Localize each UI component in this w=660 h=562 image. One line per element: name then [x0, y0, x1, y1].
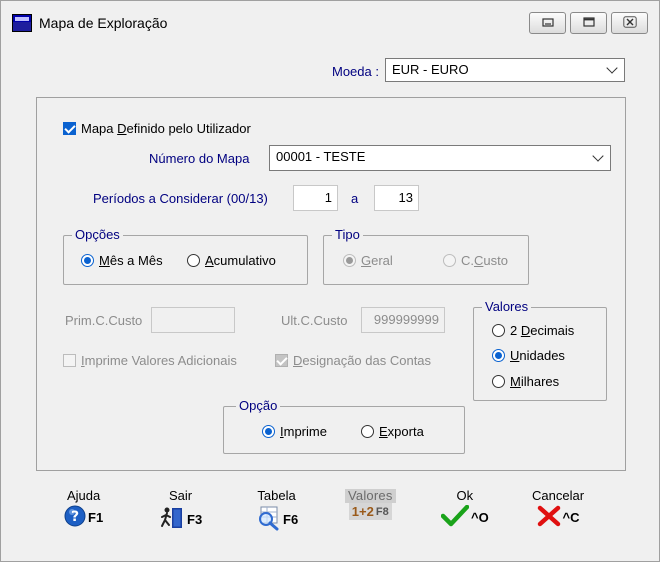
currency-label: Moeda :	[332, 64, 379, 79]
checkbox-checked-icon	[275, 354, 288, 367]
radio-thousands-label: Milhares	[510, 374, 560, 389]
type-group-title: Tipo	[332, 227, 363, 243]
radio-print[interactable]: Imprime	[262, 424, 327, 439]
help-key: F1	[88, 510, 104, 525]
periods-separator: a	[351, 191, 359, 206]
map-number-value: 00001 - TESTE	[276, 149, 366, 164]
checkbox-icon	[63, 354, 76, 367]
currency-select[interactable]: EUR - EURO	[385, 58, 625, 82]
minimize-button[interactable]	[529, 12, 566, 34]
help-button-label: Ajuda	[66, 488, 101, 503]
maximize-button[interactable]	[570, 12, 607, 34]
chevron-down-icon	[606, 62, 618, 74]
minimize-icon	[541, 16, 554, 31]
cancel-button[interactable]: Cancelar ^C	[532, 489, 584, 537]
radio-icon	[187, 254, 200, 267]
maximize-icon	[582, 16, 595, 31]
radio-thousands[interactable]: Milhares	[492, 374, 559, 389]
values-button[interactable]: Valores 1+2 F8	[345, 489, 396, 537]
magnifier-table-icon	[255, 505, 281, 534]
radio-cost-center[interactable]: C.Custo	[443, 253, 508, 268]
radio-icon	[361, 425, 374, 438]
values-button-label: Valores	[345, 489, 396, 503]
radio-cumulative[interactable]: Acumulativo	[187, 253, 276, 268]
account-names-checkbox[interactable]: Designação das Contas	[275, 353, 431, 368]
first-cost-center-input[interactable]	[151, 307, 235, 333]
chevron-down-icon	[592, 150, 604, 162]
radio-general-label: Geral	[361, 253, 393, 268]
options-group-title: Opções	[72, 227, 123, 243]
print-extra-values-label: Imprime Valores Adicionais	[81, 353, 237, 368]
last-cost-center-input[interactable]: 999999999	[361, 307, 445, 333]
periods-label: Períodos a Considerar (00/13)	[93, 191, 268, 206]
close-button[interactable]	[611, 12, 648, 34]
exit-key: F3	[187, 512, 203, 527]
title-bar: Mapa de Exploração	[1, 1, 659, 43]
cancel-key: ^C	[562, 510, 580, 525]
radio-print-label: Imprime	[280, 424, 327, 439]
table-button[interactable]: Tabela F6	[255, 489, 298, 537]
exit-door-icon	[159, 505, 185, 534]
close-icon	[622, 15, 637, 31]
calculator-icon: 1+2	[351, 504, 374, 519]
ok-button-label: Ok	[456, 488, 474, 503]
radio-selected-icon	[343, 254, 356, 267]
cancel-x-icon	[537, 505, 561, 530]
app-icon	[12, 14, 32, 32]
first-cost-center-label: Prim.C.Custo	[65, 313, 143, 328]
radio-cost-center-label: C.Custo	[461, 253, 508, 268]
exit-button[interactable]: Sair F3	[159, 489, 202, 537]
period-from-input[interactable]: 1	[293, 185, 338, 211]
custom-map-checkbox[interactable]: Mapa Definido pelo Utilizador	[63, 121, 251, 136]
period-to-input[interactable]: 13	[374, 185, 419, 211]
output-group-title: Opção	[236, 398, 281, 414]
svg-text:?: ?	[71, 509, 79, 525]
custom-map-label: Mapa Definido pelo Utilizador	[81, 121, 251, 136]
checkbox-checked-icon	[63, 122, 76, 135]
map-number-select[interactable]: 00001 - TESTE	[269, 145, 611, 171]
currency-value: EUR - EURO	[392, 62, 469, 77]
ok-key: ^O	[471, 510, 489, 525]
radio-selected-icon	[262, 425, 275, 438]
last-cost-center-label: Ult.C.Custo	[281, 313, 348, 328]
radio-selected-icon	[492, 349, 505, 362]
radio-export[interactable]: Exporta	[361, 424, 424, 439]
help-button[interactable]: Ajuda ? F1	[64, 489, 103, 537]
values-key: F8	[375, 505, 389, 518]
checkmark-icon	[440, 504, 470, 530]
radio-icon	[492, 375, 505, 388]
print-extra-values-checkbox[interactable]: Imprime Valores Adicionais	[63, 353, 237, 368]
cancel-button-label: Cancelar	[532, 488, 585, 503]
radio-two-decimals[interactable]: 2 Decimais	[492, 323, 574, 338]
ok-button[interactable]: Ok ^O	[440, 488, 489, 537]
radio-icon	[492, 324, 505, 337]
help-icon: ?	[64, 505, 86, 530]
exit-button-label: Sair	[169, 488, 193, 503]
radio-units[interactable]: Unidades	[492, 348, 565, 363]
table-key: F6	[283, 512, 299, 527]
window-title: Mapa de Exploração	[39, 15, 168, 31]
radio-general[interactable]: Geral	[343, 253, 393, 268]
account-names-label: Designação das Contas	[293, 353, 432, 368]
output-group: Opção	[223, 398, 465, 454]
dialog-window: Mapa de Exploração Moeda : EUR - EURO Ma…	[0, 0, 660, 562]
radio-month[interactable]: Mês a Mês	[81, 253, 163, 268]
radio-cumulative-label: Acumulativo	[205, 253, 276, 268]
radio-units-label: Unidades	[510, 348, 565, 363]
radio-selected-icon	[81, 254, 94, 267]
values-group-title: Valores	[482, 299, 532, 315]
radio-icon	[443, 254, 456, 267]
map-number-label: Número do Mapa	[149, 151, 250, 166]
radio-two-decimals-label: 2 Decimais	[510, 323, 575, 338]
table-button-label: Tabela	[257, 488, 296, 503]
radio-month-label: Mês a Mês	[99, 253, 163, 268]
radio-export-label: Exporta	[379, 424, 424, 439]
